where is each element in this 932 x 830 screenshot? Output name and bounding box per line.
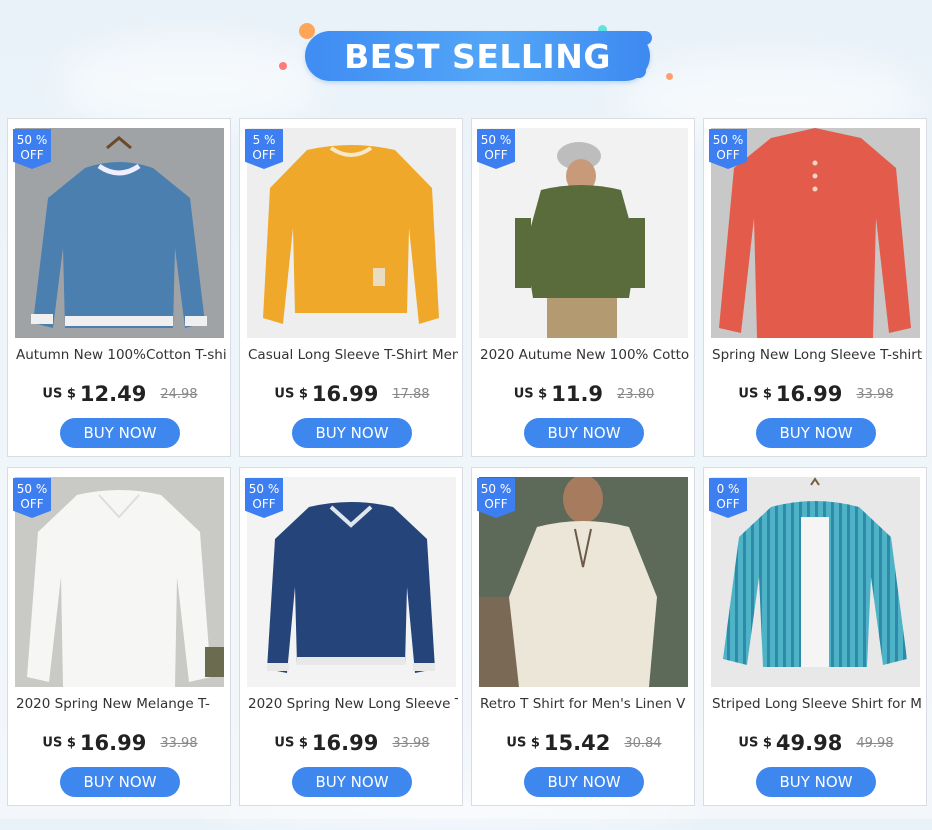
sale-price: 16.99 xyxy=(79,731,147,755)
original-price: 49.98 xyxy=(856,735,894,751)
sale-price: 16.99 xyxy=(311,382,379,406)
currency-label: US $ xyxy=(274,735,308,751)
sale-price: 12.49 xyxy=(79,382,147,406)
product-card[interactable]: 50 % OFF Retro T Shirt for Men's Linen V … xyxy=(471,467,695,806)
currency-label: US $ xyxy=(738,735,772,751)
discount-badge: 5 % OFF xyxy=(245,129,283,169)
original-price: 33.98 xyxy=(392,735,430,751)
original-price: 33.98 xyxy=(160,735,198,751)
sale-price: 16.99 xyxy=(311,731,379,755)
product-title[interactable]: Spring New Long Sleeve T-shirt xyxy=(712,347,922,367)
discount-badge: 50 % OFF xyxy=(477,478,515,518)
product-card[interactable]: 50 % OFF 2020 Spring New Long Sleeve T- U… xyxy=(239,467,463,806)
discount-badge: 50 % OFF xyxy=(13,478,51,518)
product-title[interactable]: Retro T Shirt for Men's Linen V xyxy=(480,696,690,716)
product-title[interactable]: Striped Long Sleeve Shirt for Men xyxy=(712,696,922,716)
price-row: US $49.98 49.98 xyxy=(704,731,928,761)
original-price: 23.80 xyxy=(617,386,655,402)
discount-badge: 50 % OFF xyxy=(477,129,515,169)
product-title[interactable]: Casual Long Sleeve T-Shirt Men xyxy=(248,347,458,367)
banner-title: BEST SELLING xyxy=(344,37,611,76)
price-row: US $16.99 33.98 xyxy=(704,382,928,412)
price-row: US $16.99 33.98 xyxy=(8,731,232,761)
currency-label: US $ xyxy=(506,735,540,751)
buy-now-button[interactable]: BUY NOW xyxy=(60,418,180,448)
currency-label: US $ xyxy=(274,386,308,402)
sale-price: 15.42 xyxy=(543,731,611,755)
product-title[interactable]: 2020 Spring New Long Sleeve T- xyxy=(248,696,458,716)
discount-badge: 50 % OFF xyxy=(245,478,283,518)
sale-price: 16.99 xyxy=(775,382,843,406)
discount-badge: 50 % OFF xyxy=(709,129,747,169)
buy-now-button[interactable]: BUY NOW xyxy=(292,767,412,797)
price-row: US $16.99 17.88 xyxy=(240,382,464,412)
discount-badge: 0 % OFF xyxy=(709,478,747,518)
best-selling-banner: BEST SELLING xyxy=(0,0,932,110)
buy-now-button[interactable]: BUY NOW xyxy=(60,767,180,797)
buy-now-button[interactable]: BUY NOW xyxy=(756,767,876,797)
original-price: 17.88 xyxy=(392,386,430,402)
sale-price: 49.98 xyxy=(775,731,843,755)
currency-label: US $ xyxy=(738,386,772,402)
price-row: US $12.49 24.98 xyxy=(8,382,232,412)
price-row: US $11.9 23.80 xyxy=(472,382,696,412)
product-title[interactable]: 2020 Spring New Melange T- xyxy=(16,696,226,716)
buy-now-button[interactable]: BUY NOW xyxy=(524,767,644,797)
original-price: 33.98 xyxy=(856,386,894,402)
discount-badge: 50 % OFF xyxy=(13,129,51,169)
buy-now-button[interactable]: BUY NOW xyxy=(292,418,412,448)
product-card[interactable]: 50 % OFF Spring New Long Sleeve T-shirt U… xyxy=(703,118,927,457)
product-title[interactable]: 2020 Autume New 100% Cotton xyxy=(480,347,690,367)
product-card[interactable]: 0 % OFF Striped Long Sleeve Shirt for Men… xyxy=(703,467,927,806)
product-card[interactable]: 50 % OFF 2020 Autume New 100% Cotton US $… xyxy=(471,118,695,457)
currency-label: US $ xyxy=(42,386,76,402)
original-price: 24.98 xyxy=(160,386,198,402)
sale-price: 11.9 xyxy=(551,382,604,406)
product-card[interactable]: 50 % OFF 2020 Spring New Melange T- US $1… xyxy=(7,467,231,806)
original-price: 30.84 xyxy=(624,735,662,751)
product-card[interactable]: 5 % OFF Casual Long Sleeve T-Shirt Men US… xyxy=(239,118,463,457)
price-row: US $15.42 30.84 xyxy=(472,731,696,761)
product-title[interactable]: Autumn New 100%Cotton T-shirt xyxy=(16,347,226,367)
banner-dot-decoration xyxy=(666,73,673,80)
banner-dot-decoration xyxy=(279,62,287,70)
price-row: US $16.99 33.98 xyxy=(240,731,464,761)
buy-now-button[interactable]: BUY NOW xyxy=(524,418,644,448)
product-card[interactable]: 50 % OFF Autumn New 100%Cotton T-shirt US… xyxy=(7,118,231,457)
currency-label: US $ xyxy=(513,386,548,402)
buy-now-button[interactable]: BUY NOW xyxy=(756,418,876,448)
currency-label: US $ xyxy=(42,735,76,751)
